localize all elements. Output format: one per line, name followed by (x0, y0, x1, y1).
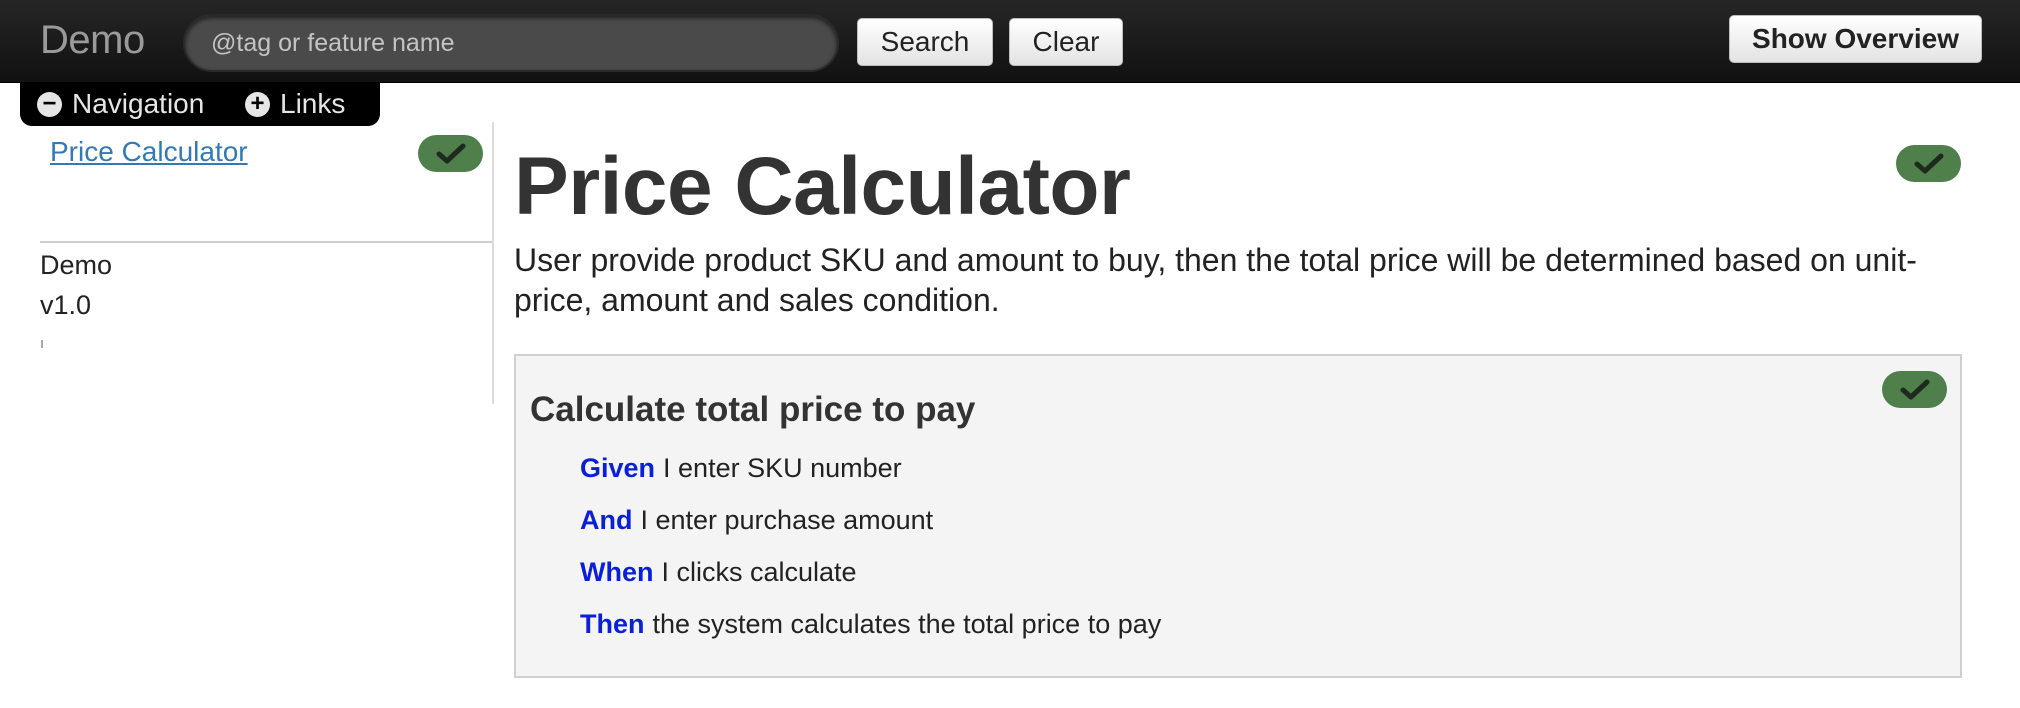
scenario-step: Then the system calculates the total pric… (580, 609, 1161, 640)
step-keyword: And (580, 505, 633, 535)
check-icon (1900, 379, 1929, 399)
clear-button[interactable]: Clear (1009, 18, 1123, 66)
step-text: the system calculates the total price to… (652, 609, 1162, 639)
scenario-step: Given I enter SKU number (580, 453, 902, 484)
step-text: I clicks calculate (661, 557, 857, 587)
check-icon (436, 143, 465, 163)
search-button[interactable]: Search (857, 18, 993, 66)
step-text: I enter purchase amount (640, 505, 934, 535)
step-keyword: Given (580, 453, 656, 483)
sidebar-status-badge (418, 135, 483, 172)
sidebar-border (492, 122, 494, 404)
step-keyword: Then (580, 609, 645, 639)
tab-navigation-label: Navigation (72, 88, 205, 119)
feature-title: Price Calculator (514, 141, 1131, 232)
step-text: I enter SKU number (663, 453, 902, 483)
expand-icon: + (245, 91, 270, 117)
feature-status-badge (1896, 145, 1961, 182)
tab-navigation[interactable]: − Navigation (37, 87, 204, 121)
step-keyword: When (580, 557, 654, 587)
scenario-status-badge (1882, 371, 1947, 408)
scenario-panel: Calculate total price to pay Given I ente… (514, 354, 1962, 678)
tab-links[interactable]: + Links (245, 87, 345, 121)
collapse-icon: − (37, 91, 62, 117)
sidebar-divider (40, 241, 492, 243)
sidebar-project-name: Demo (40, 250, 113, 280)
sidebar-feature-link[interactable]: Price Calculator (50, 136, 248, 168)
feature-description: User provide product SKU and amount to b… (514, 242, 1917, 318)
sidebar-tabbar: − Navigation + Links (20, 83, 380, 126)
top-navbar: Demo Search Clear Show Overview (0, 0, 2020, 83)
search-input[interactable] (183, 14, 839, 72)
brand-logo[interactable]: Demo (40, 18, 145, 63)
show-overview-button[interactable]: Show Overview (1729, 15, 1982, 63)
scenario-title: Calculate total price to pay (530, 390, 976, 429)
tab-links-label: Links (280, 88, 346, 119)
sidebar-tick (41, 340, 43, 348)
scenario-step: And I enter purchase amount (580, 505, 933, 536)
sidebar-version: v1.0 (40, 290, 92, 320)
scenario-step: When I clicks calculate (580, 557, 857, 588)
check-icon (1914, 153, 1943, 173)
